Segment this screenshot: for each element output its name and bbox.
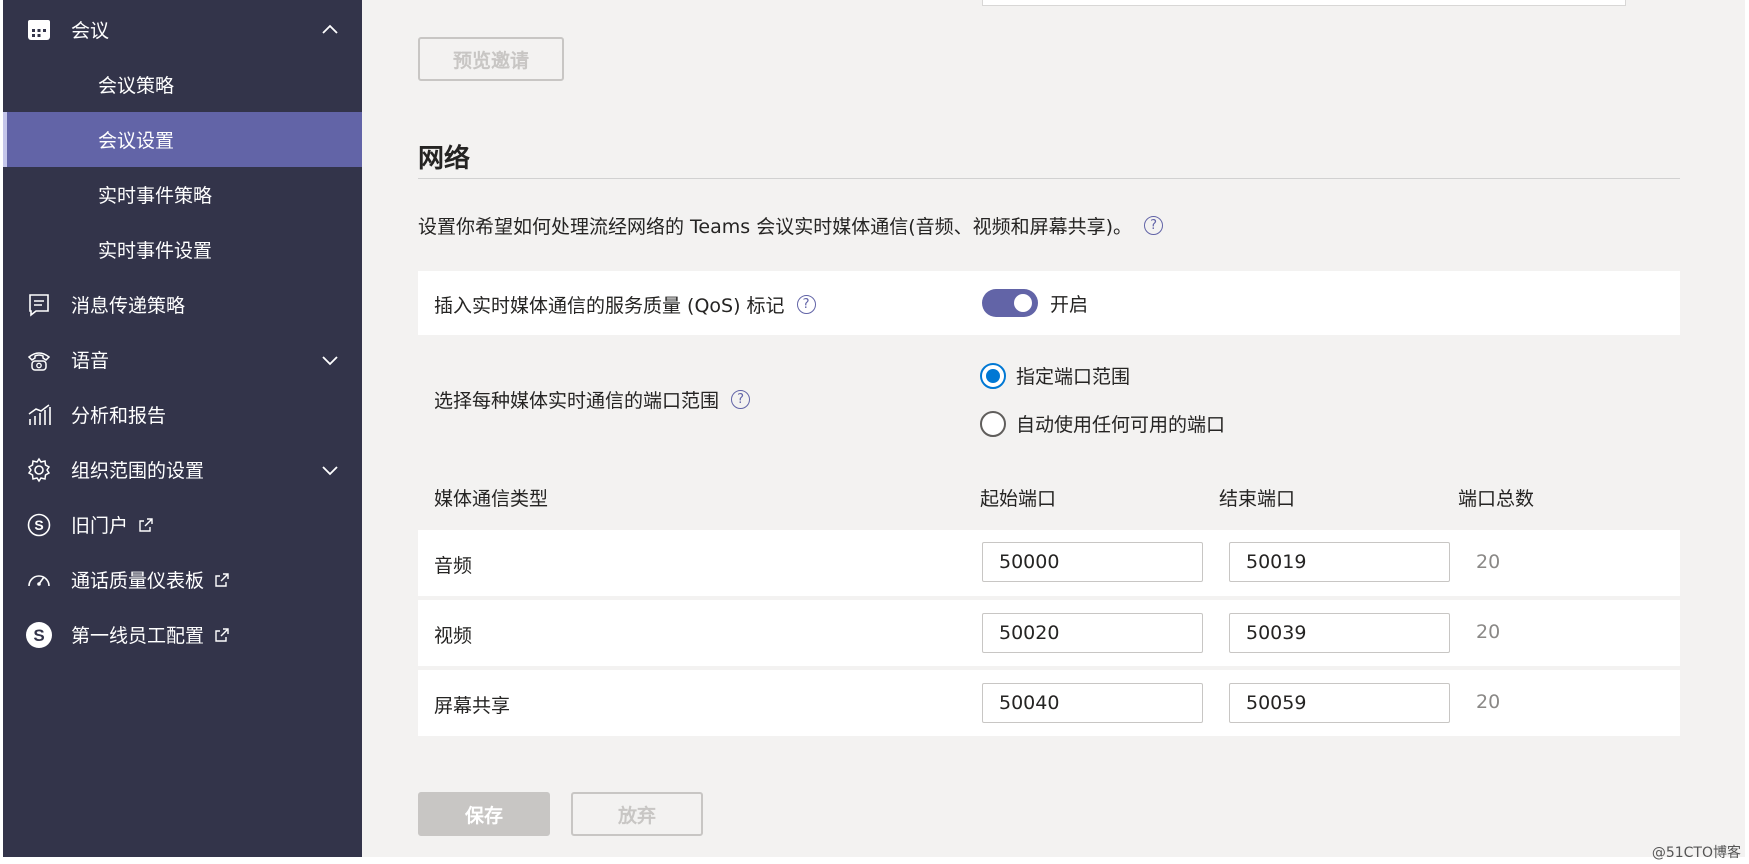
toggle-state-label: 开启	[1050, 294, 1089, 316]
sidebar-item-label: 通话质量仪表板	[71, 566, 230, 593]
sidebar-item-meeting-policies[interactable]: 会议策略	[3, 57, 362, 112]
radio-selected-icon	[980, 362, 1006, 389]
external-link-icon	[139, 518, 153, 532]
sidebar-item-label: 旧门户	[71, 511, 154, 538]
start-port-input[interactable]: 50040	[982, 683, 1203, 723]
sidebar-item-label: 组织范围的设置	[71, 460, 205, 482]
s-logo-icon: S	[25, 621, 53, 649]
message-icon	[25, 291, 53, 319]
end-port-input[interactable]: 50039	[1229, 613, 1450, 653]
watermark: @51CTO博客	[1651, 845, 1741, 861]
gear-icon	[25, 456, 53, 484]
sidebar-item-call-quality-dashboard[interactable]: 通话质量仪表板	[3, 552, 362, 607]
sidebar-item-label: 语音	[71, 350, 110, 372]
sidebar-item-label: 分析和报告	[71, 405, 167, 427]
gauge-icon	[25, 566, 53, 594]
divider	[418, 178, 1680, 179]
total-ports-value: 20	[1476, 621, 1501, 643]
section-description: 设置你希望如何处理流经网络的 Teams 会议实时媒体通信(音频、视频和屏幕共享…	[418, 212, 1164, 239]
table-row: 视频 50020 50039 20	[418, 600, 1680, 666]
end-port-input[interactable]: 50059	[1229, 683, 1450, 723]
chevron-up-icon[interactable]	[319, 19, 341, 41]
sidebar-item-org-wide-settings[interactable]: 组织范围的设置	[3, 442, 362, 497]
sidebar-item-meetings[interactable]: 会议	[3, 2, 362, 57]
column-header-end-port: 结束端口	[1219, 488, 1296, 510]
radio-unselected-icon	[980, 410, 1006, 437]
calendar-icon	[25, 16, 53, 44]
qos-label: 插入实时媒体通信的服务质量 (QoS) 标记 ?	[434, 291, 816, 318]
svg-text:S: S	[33, 626, 44, 645]
qos-toggle[interactable]	[982, 289, 1038, 317]
column-header-total-ports: 端口总数	[1458, 488, 1535, 510]
end-port-input[interactable]: 50019	[1229, 542, 1450, 582]
discard-button[interactable]: 放弃	[571, 792, 703, 836]
sidebar-item-analytics[interactable]: 分析和报告	[3, 387, 362, 442]
column-header-start-port: 起始端口	[980, 488, 1057, 510]
skype-icon: S	[25, 511, 53, 539]
sidebar-item-label: 会议策略	[98, 75, 175, 97]
description-text: 设置你希望如何处理流经网络的 Teams 会议实时媒体通信(音频、视频和屏幕共享…	[418, 216, 1133, 238]
preview-invite-button[interactable]: 预览邀请	[418, 37, 564, 81]
section-title: 网络	[418, 144, 471, 174]
media-type-label: 视频	[434, 625, 473, 647]
media-type-label: 屏幕共享	[434, 695, 511, 717]
toggle-knob	[1014, 294, 1032, 312]
port-range-label: 选择每种媒体实时通信的端口范围 ?	[434, 386, 751, 413]
radio-specify-port-range[interactable]: 指定端口范围	[980, 362, 1130, 389]
sidebar-item-live-event-policies[interactable]: 实时事件策略	[3, 167, 362, 222]
radio-auto-ports[interactable]: 自动使用任何可用的端口	[980, 410, 1225, 437]
svg-text:S: S	[34, 517, 43, 533]
table-row: 音频 50000 50019 20	[418, 530, 1680, 596]
chevron-down-icon[interactable]	[319, 349, 341, 371]
chevron-down-icon[interactable]	[319, 459, 341, 481]
help-icon[interactable]: ?	[731, 390, 751, 409]
sidebar-item-label: 第一线员工配置	[71, 621, 230, 648]
column-header-media-type: 媒体通信类型	[434, 488, 549, 510]
start-port-input[interactable]: 50000	[982, 542, 1203, 582]
help-icon[interactable]: ?	[1144, 216, 1164, 235]
external-link-icon	[215, 573, 229, 587]
sidebar-item-voice[interactable]: 语音	[3, 332, 362, 387]
media-type-label: 音频	[434, 555, 473, 577]
external-link-icon	[215, 628, 229, 642]
qos-row: 插入实时媒体通信的服务质量 (QoS) 标记 ? 开启	[418, 271, 1680, 335]
sidebar-item-label: 会议设置	[98, 130, 175, 152]
sidebar-item-label: 消息传递策略	[71, 295, 186, 317]
start-port-input[interactable]: 50020	[982, 613, 1203, 653]
main-content: 预览邀请 网络 设置你希望如何处理流经网络的 Teams 会议实时媒体通信(音频…	[362, 0, 1745, 857]
sidebar-item-legacy-portal[interactable]: S 旧门户	[3, 497, 362, 552]
table-row: 屏幕共享 50040 50059 20	[418, 670, 1680, 736]
sidebar-item-firstline-worker-config[interactable]: S 第一线员工配置	[3, 607, 362, 662]
text-field-edge	[982, 0, 1626, 6]
phone-icon	[25, 346, 53, 374]
sidebar-item-label: 实时事件策略	[98, 185, 213, 207]
sidebar: 会议 会议策略 会议设置 实时事件策略 实时事件设置 消息传递策略 语音 分析和…	[0, 0, 362, 857]
help-icon[interactable]: ?	[796, 295, 816, 314]
total-ports-value: 20	[1476, 551, 1501, 573]
sidebar-item-live-event-settings[interactable]: 实时事件设置	[3, 222, 362, 277]
analytics-icon	[25, 401, 53, 429]
sidebar-item-label: 会议	[71, 20, 110, 42]
sidebar-item-meeting-settings[interactable]: 会议设置	[3, 112, 362, 167]
sidebar-item-messaging-policies[interactable]: 消息传递策略	[3, 277, 362, 332]
total-ports-value: 20	[1476, 691, 1501, 713]
sidebar-item-label: 实时事件设置	[98, 240, 213, 262]
save-button[interactable]: 保存	[418, 792, 550, 836]
